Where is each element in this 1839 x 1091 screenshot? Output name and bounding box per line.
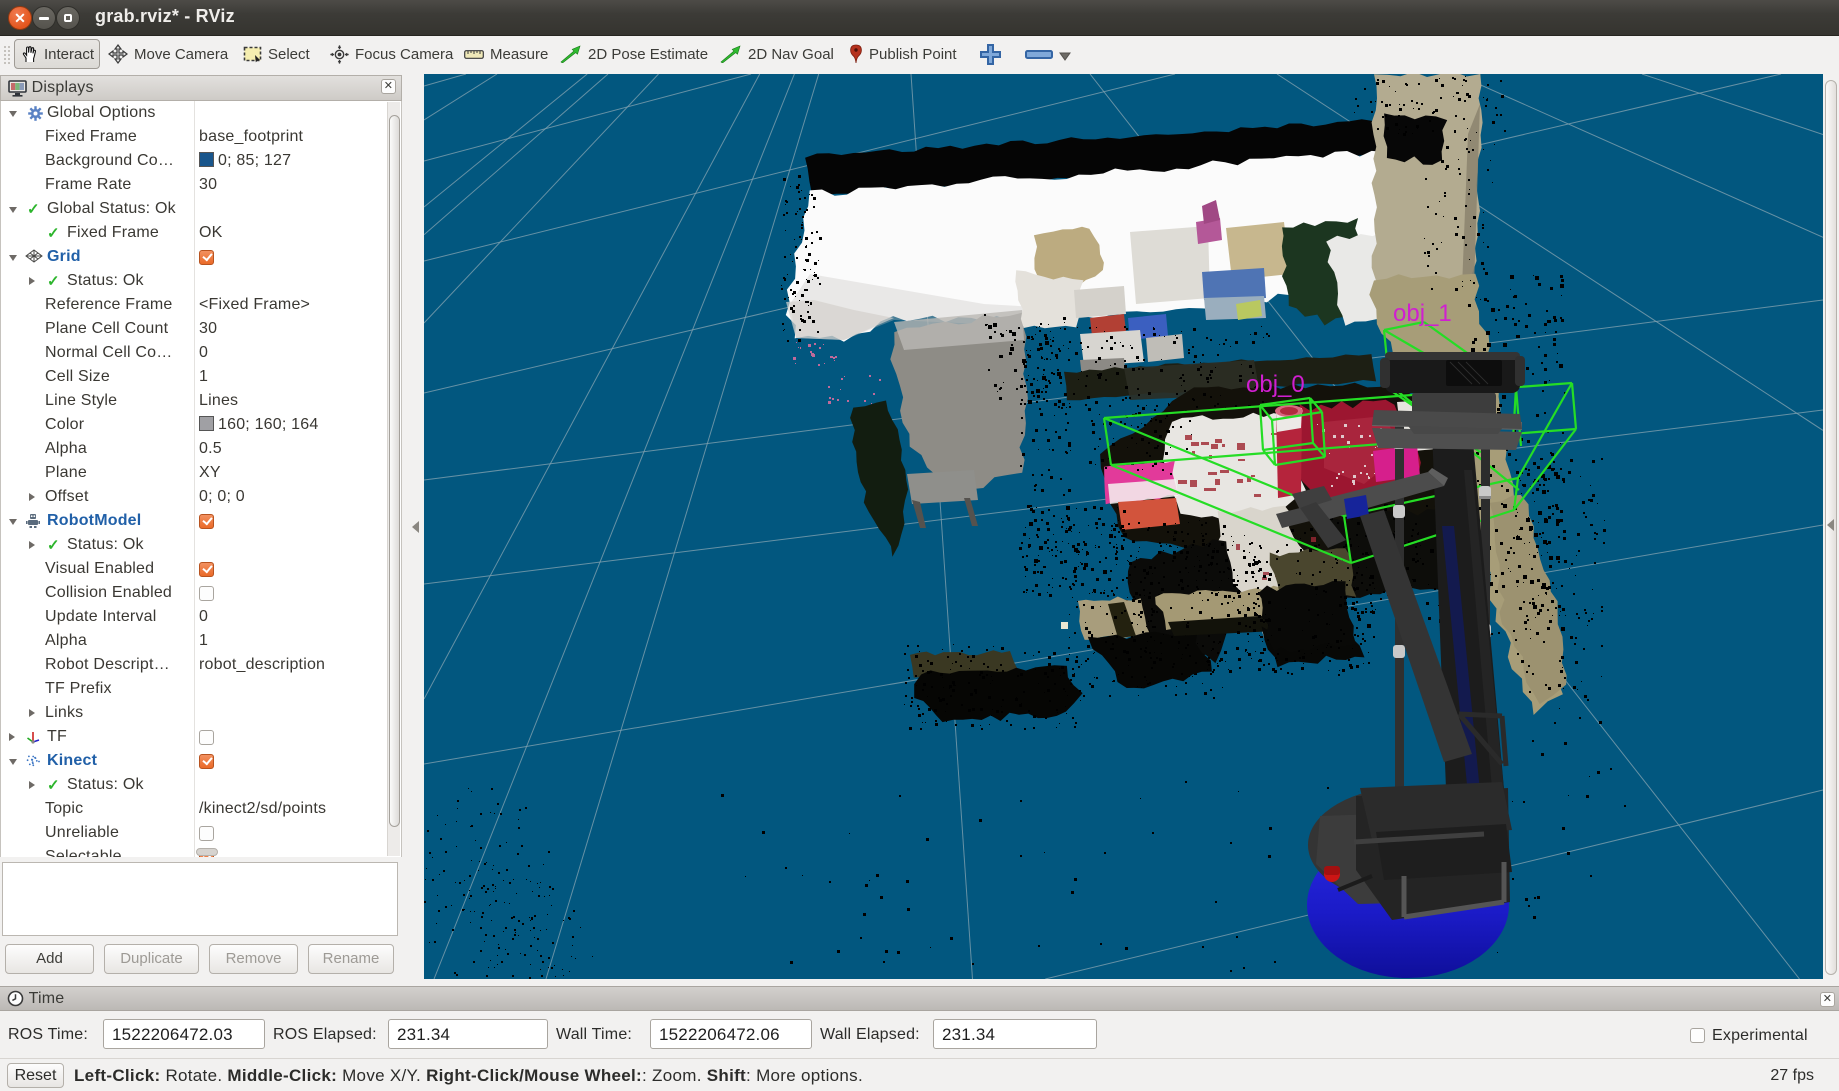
svg-text:obj_1: obj_1	[1393, 300, 1452, 327]
svg-text:obj_0: obj_0	[1246, 371, 1305, 398]
